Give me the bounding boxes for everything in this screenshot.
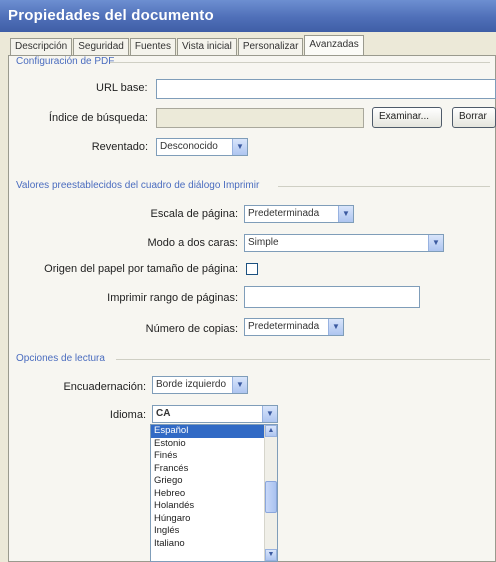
print-defaults-group-title: Valores preestablecidos del cuadro de di… xyxy=(16,180,260,191)
language-dropdown-list[interactable]: Español Estonio Finés Francés Griego Hebreo Ho… xyxy=(150,424,278,562)
page-scaling-value: Predeterminada xyxy=(248,208,320,219)
window-title: Propiedades del documento xyxy=(0,0,496,32)
binding-label: Encuadernación: xyxy=(63,381,146,393)
paper-source-label: Origen del papel por tamaño de página: xyxy=(44,263,238,275)
tab-seguridad[interactable]: Seguridad xyxy=(73,38,129,55)
base-url-input[interactable] xyxy=(156,79,496,99)
tab-personalizar[interactable]: Personalizar xyxy=(237,38,304,55)
copies-select[interactable]: Predeterminada ▼ xyxy=(244,318,344,336)
base-url-label: URL base: xyxy=(96,82,148,94)
group-divider xyxy=(278,186,490,187)
binding-select[interactable]: Borde izquierdo ▼ xyxy=(152,376,248,394)
language-list-scrollbar[interactable]: ▲ ▼ xyxy=(264,425,277,561)
language-option[interactable]: Hebreo xyxy=(151,488,277,501)
language-option[interactable]: Francés xyxy=(151,463,277,476)
clear-button[interactable]: Borrar xyxy=(452,107,496,128)
copies-label: Número de copias: xyxy=(145,323,238,335)
trapped-label: Reventado: xyxy=(91,141,148,153)
group-divider xyxy=(110,62,490,63)
language-option[interactable]: Español xyxy=(151,425,277,438)
language-option[interactable]: Holandés xyxy=(151,500,277,513)
chevron-down-icon: ▼ xyxy=(232,139,247,155)
language-value: CA xyxy=(156,408,171,419)
copies-value: Predeterminada xyxy=(248,321,320,332)
page-scaling-select[interactable]: Predeterminada ▼ xyxy=(244,205,354,223)
language-option[interactable]: Italiano xyxy=(151,538,277,551)
language-select[interactable]: CA ▼ xyxy=(152,405,278,423)
duplex-select[interactable]: Simple ▼ xyxy=(244,234,444,252)
paper-source-checkbox[interactable] xyxy=(246,263,258,275)
search-index-field xyxy=(156,108,364,128)
browse-button[interactable]: Examinar... xyxy=(372,107,442,128)
language-option[interactable]: Griego xyxy=(151,475,277,488)
trapped-select[interactable]: Desconocido ▼ xyxy=(156,138,248,156)
chevron-down-icon: ▼ xyxy=(428,235,443,251)
group-divider xyxy=(116,359,490,360)
binding-value: Borde izquierdo xyxy=(156,379,227,390)
tab-descripción[interactable]: Descripción xyxy=(10,38,73,55)
language-option[interactable]: Húngaro xyxy=(151,513,277,526)
tab-avanzadas[interactable]: Avanzadas xyxy=(304,35,364,55)
chevron-down-icon: ▼ xyxy=(338,206,353,222)
duplex-label: Modo a dos caras: xyxy=(147,237,239,249)
scroll-up-icon[interactable]: ▲ xyxy=(265,425,277,437)
tab-bar: Descripción Seguridad Fuentes Vista inicial… xyxy=(10,35,365,55)
page-scaling-label: Escala de página: xyxy=(150,208,238,220)
reading-options-group-title: Opciones de lectura xyxy=(16,353,105,364)
language-option[interactable]: Inglés xyxy=(151,525,277,538)
language-option[interactable]: Estonio xyxy=(151,438,277,451)
chevron-down-icon: ▼ xyxy=(232,377,247,393)
duplex-value: Simple xyxy=(248,237,279,248)
chevron-down-icon: ▼ xyxy=(328,319,343,335)
print-range-input[interactable] xyxy=(244,286,420,308)
print-range-label: Imprimir rango de páginas: xyxy=(107,292,238,304)
tab-vista-inicial[interactable]: Vista inicial xyxy=(176,38,237,55)
chevron-down-icon: ▼ xyxy=(262,406,277,422)
pdf-config-group-title: Configuración de PDF xyxy=(16,56,115,67)
tab-fuentes[interactable]: Fuentes xyxy=(129,38,176,55)
search-index-label: Índice de búsqueda: xyxy=(48,112,148,124)
scroll-down-icon[interactable]: ▼ xyxy=(265,549,277,561)
language-label: Idioma: xyxy=(109,409,146,421)
scroll-thumb[interactable] xyxy=(265,481,277,513)
language-option[interactable]: Finés xyxy=(151,450,277,463)
trapped-select-value: Desconocido xyxy=(160,141,218,152)
